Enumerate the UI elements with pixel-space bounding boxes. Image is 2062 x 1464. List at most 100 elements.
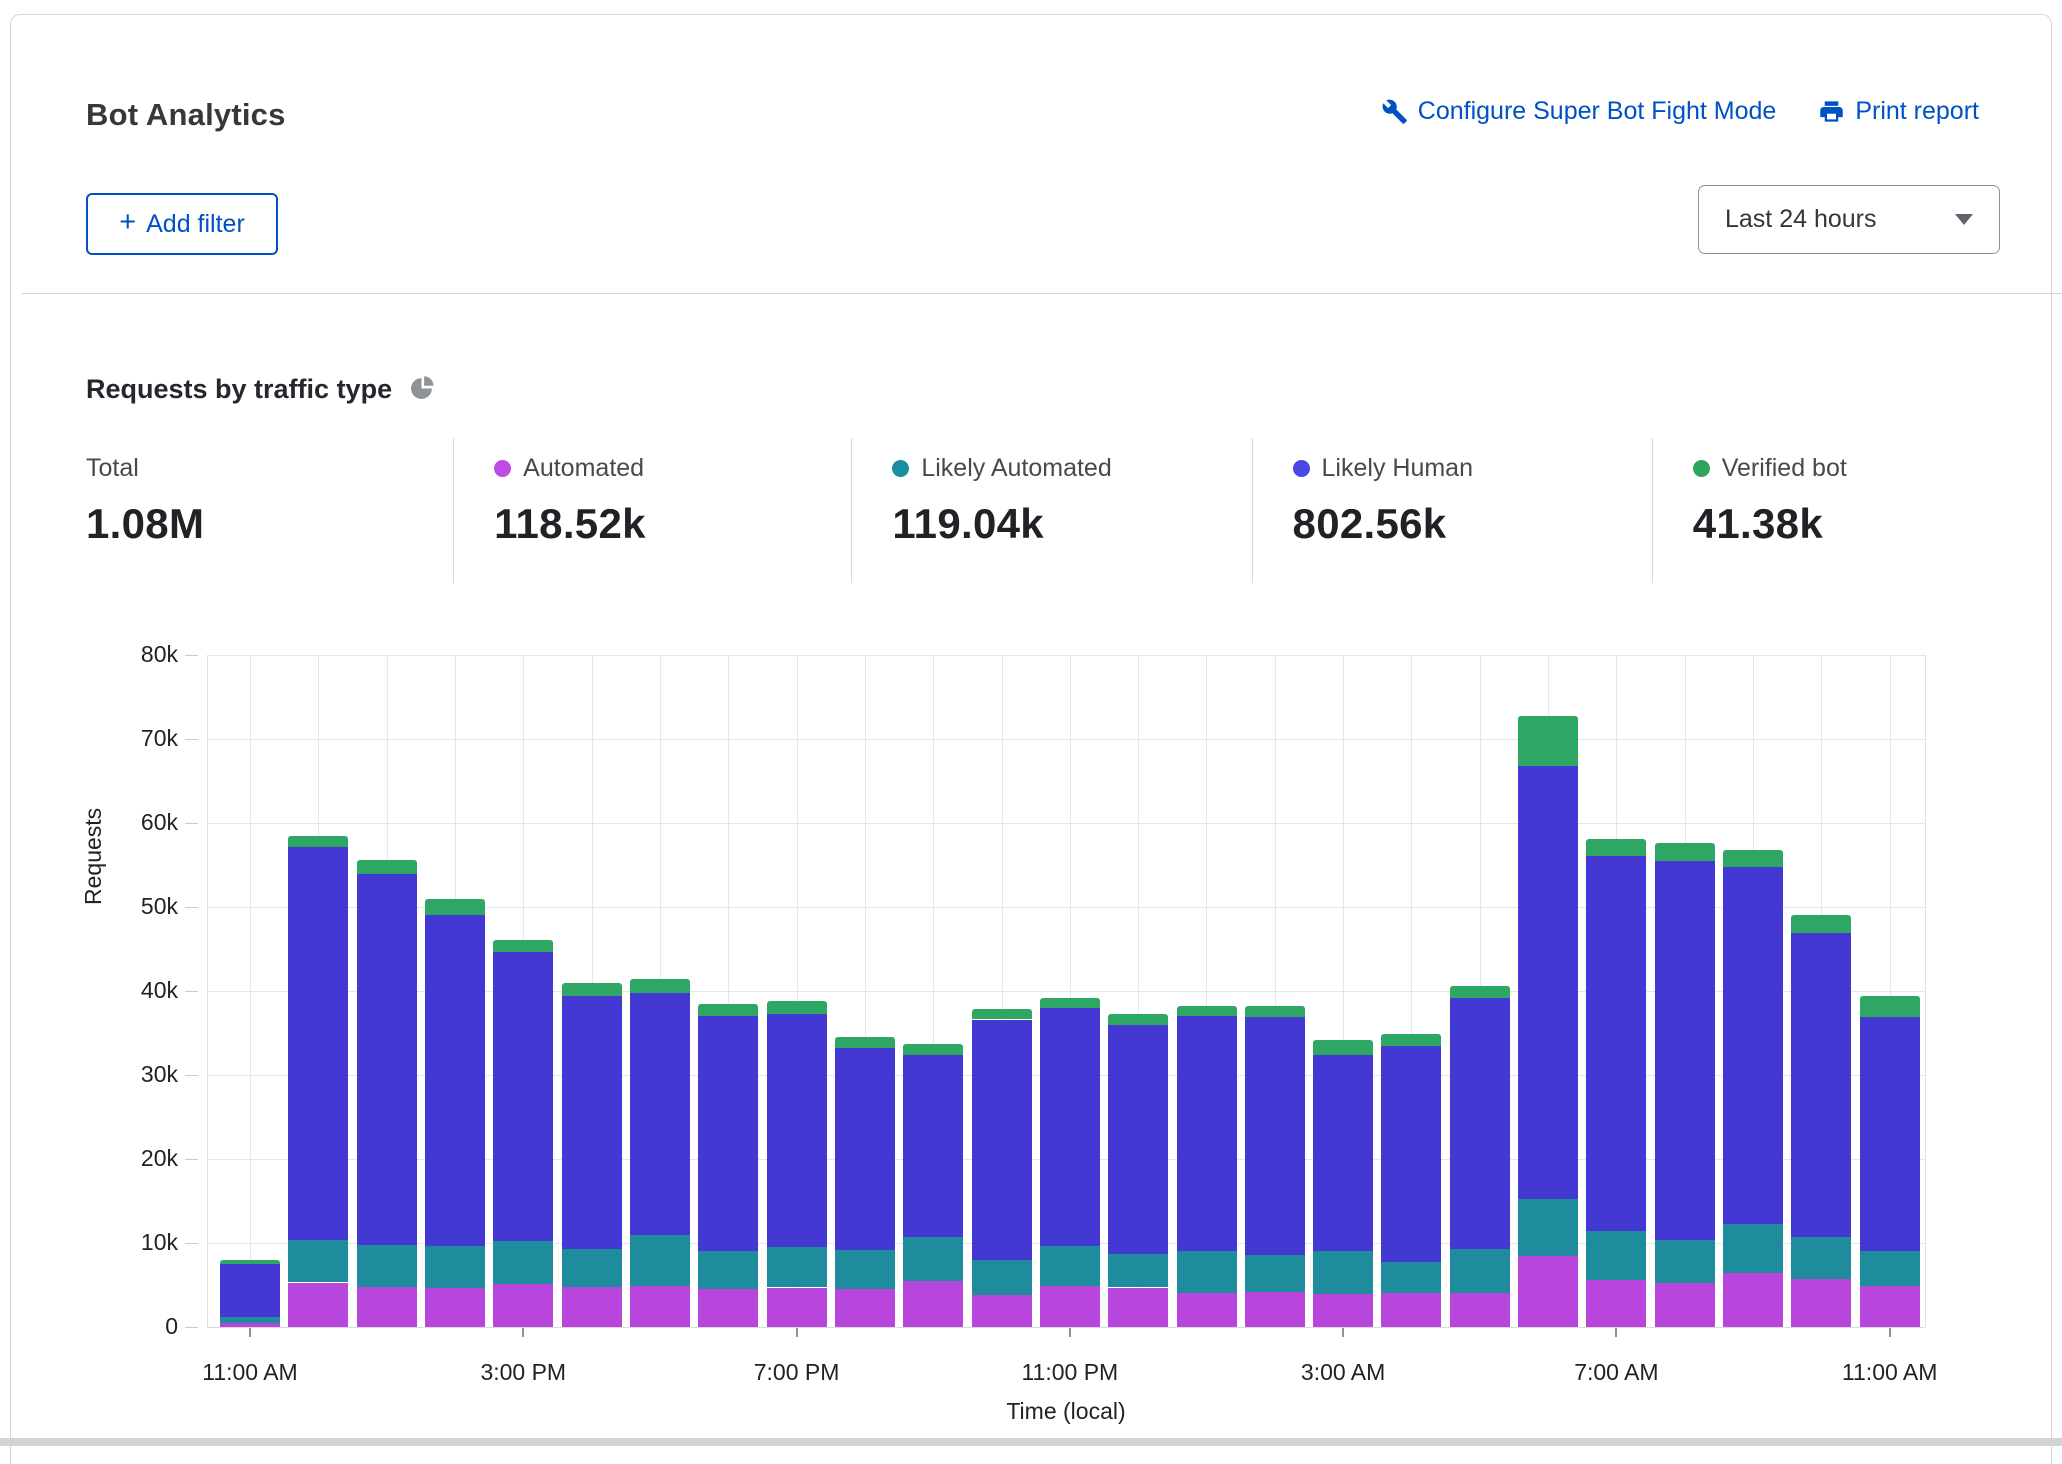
bar-segment-likely-automated[interactable] [1518,1199,1578,1256]
bar-segment-verified-bot[interactable] [630,979,690,992]
bar-segment-automated[interactable] [630,1286,690,1327]
bar-segment-likely-automated[interactable] [1313,1251,1373,1294]
bar-segment-likely-automated[interactable] [1108,1254,1168,1288]
bar-segment-verified-bot[interactable] [1108,1014,1168,1025]
bar-segment-likely-automated[interactable] [562,1249,622,1287]
bar-segment-likely-automated[interactable] [288,1240,348,1283]
bar-segment-likely-human[interactable] [357,874,417,1244]
bar-segment-verified-bot[interactable] [220,1260,280,1264]
bar-segment-likely-human[interactable] [1245,1017,1305,1255]
bar-segment-automated[interactable] [1313,1294,1373,1327]
bar-segment-automated[interactable] [903,1281,963,1327]
bar-segment-likely-automated[interactable] [1655,1240,1715,1284]
bar-segment-automated[interactable] [288,1283,348,1328]
bar-segment-likely-human[interactable] [1791,933,1851,1237]
bar-segment-likely-human[interactable] [1450,998,1510,1249]
bar-segment-likely-automated[interactable] [357,1245,417,1287]
bar-segment-automated[interactable] [1177,1293,1237,1327]
bar-segment-likely-human[interactable] [1655,861,1715,1240]
bar-segment-verified-bot[interactable] [698,1004,758,1017]
bar-segment-verified-bot[interactable] [1313,1040,1373,1055]
bar-segment-likely-human[interactable] [630,993,690,1235]
bar-segment-likely-human[interactable] [493,952,553,1242]
bar-segment-verified-bot[interactable] [493,940,553,952]
bar-segment-verified-bot[interactable] [357,860,417,874]
print-report-link[interactable]: Print report [1818,97,1979,126]
bar-segment-automated[interactable] [1723,1273,1783,1327]
bar-segment-automated[interactable] [357,1287,417,1327]
bar-segment-likely-automated[interactable] [903,1237,963,1281]
bar-segment-automated[interactable] [1860,1286,1920,1327]
bar-segment-verified-bot[interactable] [1040,998,1100,1008]
bar-segment-verified-bot[interactable] [1177,1006,1237,1016]
bar-segment-automated[interactable] [1791,1279,1851,1327]
bar-segment-verified-bot[interactable] [288,836,348,847]
bar-segment-automated[interactable] [220,1323,280,1327]
bar-segment-likely-automated[interactable] [1245,1255,1305,1292]
bar-segment-verified-bot[interactable] [1245,1006,1305,1017]
bar-segment-automated[interactable] [1381,1293,1441,1327]
bar-segment-verified-bot[interactable] [562,983,622,996]
bar-segment-automated[interactable] [1245,1292,1305,1327]
bar-segment-likely-automated[interactable] [493,1241,553,1284]
bar-segment-automated[interactable] [1655,1283,1715,1327]
bar-segment-likely-automated[interactable] [220,1317,280,1323]
bar-segment-likely-human[interactable] [1040,1008,1100,1247]
configure-super-bot-fight-mode-link[interactable]: Configure Super Bot Fight Mode [1381,97,1777,126]
bar-segment-likely-human[interactable] [972,1020,1032,1260]
bar-segment-automated[interactable] [425,1288,485,1328]
bar-segment-likely-automated[interactable] [425,1246,485,1287]
bar-segment-verified-bot[interactable] [835,1037,895,1048]
bar-segment-likely-human[interactable] [698,1016,758,1251]
bar-segment-likely-human[interactable] [1723,867,1783,1224]
bar-segment-verified-bot[interactable] [972,1009,1032,1020]
bar-segment-likely-automated[interactable] [630,1235,690,1286]
bar-segment-verified-bot[interactable] [425,899,485,915]
bar-segment-verified-bot[interactable] [1586,839,1646,856]
bar-segment-likely-human[interactable] [835,1048,895,1250]
bar-segment-likely-automated[interactable] [1791,1237,1851,1279]
bar-segment-likely-human[interactable] [1860,1017,1920,1251]
bar-segment-likely-human[interactable] [1313,1055,1373,1252]
bar-segment-likely-human[interactable] [903,1055,963,1237]
bar-segment-likely-automated[interactable] [1450,1249,1510,1293]
bar-segment-likely-human[interactable] [1108,1025,1168,1254]
bar-segment-automated[interactable] [767,1288,827,1328]
bar-segment-likely-human[interactable] [562,996,622,1249]
bar-segment-likely-human[interactable] [1518,766,1578,1199]
bar-segment-likely-automated[interactable] [698,1251,758,1289]
time-range-dropdown[interactable]: Last 24 hours [1698,185,2000,254]
bar-segment-likely-automated[interactable] [1860,1251,1920,1285]
bar-segment-likely-human[interactable] [1586,856,1646,1232]
bar-segment-likely-human[interactable] [1381,1046,1441,1263]
bar-segment-likely-automated[interactable] [972,1260,1032,1295]
bar-segment-automated[interactable] [562,1287,622,1327]
bar-segment-likely-human[interactable] [288,847,348,1239]
bar-segment-verified-bot[interactable] [767,1001,827,1014]
bar-segment-verified-bot[interactable] [1723,850,1783,867]
bar-segment-likely-human[interactable] [1177,1016,1237,1251]
bar-segment-likely-human[interactable] [220,1264,280,1317]
bar-segment-automated[interactable] [1108,1288,1168,1328]
bar-segment-automated[interactable] [493,1284,553,1327]
bar-segment-likely-automated[interactable] [1381,1262,1441,1293]
bar-segment-verified-bot[interactable] [1518,716,1578,766]
bar-segment-likely-automated[interactable] [835,1250,895,1290]
bar-segment-likely-human[interactable] [767,1014,827,1248]
bar-segment-automated[interactable] [1518,1256,1578,1327]
bar-segment-automated[interactable] [1040,1286,1100,1327]
add-filter-button[interactable]: + Add filter [86,193,278,255]
bar-segment-likely-automated[interactable] [1177,1251,1237,1292]
bar-segment-verified-bot[interactable] [1381,1034,1441,1046]
bar-segment-verified-bot[interactable] [1450,986,1510,998]
bar-segment-likely-automated[interactable] [1723,1224,1783,1274]
bar-segment-verified-bot[interactable] [1860,996,1920,1017]
bar-segment-automated[interactable] [1450,1293,1510,1327]
bar-segment-verified-bot[interactable] [903,1044,963,1055]
bar-segment-likely-automated[interactable] [767,1247,827,1287]
bar-segment-automated[interactable] [972,1295,1032,1327]
bar-segment-verified-bot[interactable] [1791,915,1851,933]
bar-segment-verified-bot[interactable] [1655,843,1715,861]
bar-segment-automated[interactable] [835,1289,895,1327]
bar-segment-automated[interactable] [698,1289,758,1327]
